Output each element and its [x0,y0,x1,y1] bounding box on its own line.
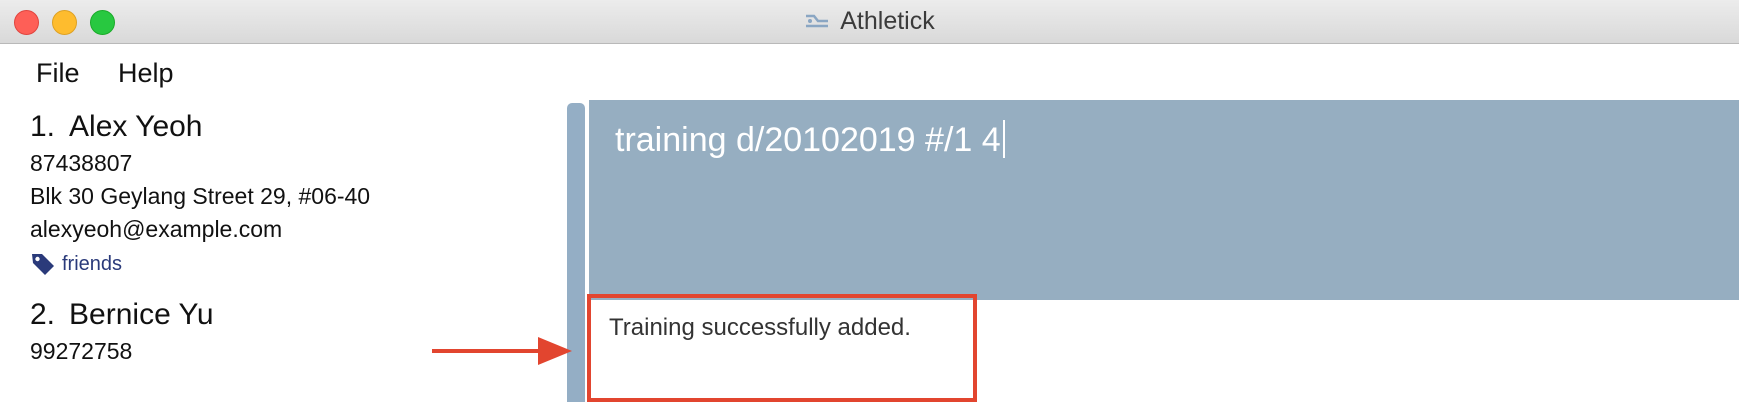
command-box[interactable]: training d/20102019 #/1 4 [589,100,1739,300]
person-card[interactable]: 2. Bernice Yu 99272758 [30,298,214,365]
person-tag-label: friends [62,252,123,275]
person-phone: 87438807 [30,150,133,176]
menu-bar: File Help [0,44,1739,100]
annotation-arrow-icon [432,337,572,365]
person-index: 2. [30,298,56,331]
window-title: Athletick [840,7,935,35]
athletick-app-icon [806,14,829,28]
window-title-wrap: Athletick [0,7,1739,36]
person-name: Alex Yeoh [69,110,203,143]
menu-file[interactable]: File [36,58,80,89]
person-address: Blk 30 Geylang Street 29, #06-40 [30,183,371,209]
tag-icon [32,254,54,275]
person-card-name-row: 1. Alex Yeoh [30,110,370,144]
person-card-name-row: 2. Bernice Yu [30,298,214,332]
window-title-bar: Athletick [0,0,1739,44]
text-caret [1002,120,1005,158]
command-input-value: training d/20102019 #/1 4 [615,121,1001,159]
person-email: alexyeoh@example.com [30,216,283,242]
person-name: Bernice Yu [69,298,214,331]
person-phone: 99272758 [30,338,133,364]
annotation-highlight-box [587,294,977,402]
person-tag: friends [30,251,370,277]
person-card[interactable]: 1. Alex Yeoh 87438807 Blk 30 Geylang Stre… [30,110,370,277]
command-input[interactable]: training d/20102019 #/1 4 [615,120,1005,160]
person-index: 1. [30,110,56,143]
menu-help[interactable]: Help [118,58,174,89]
